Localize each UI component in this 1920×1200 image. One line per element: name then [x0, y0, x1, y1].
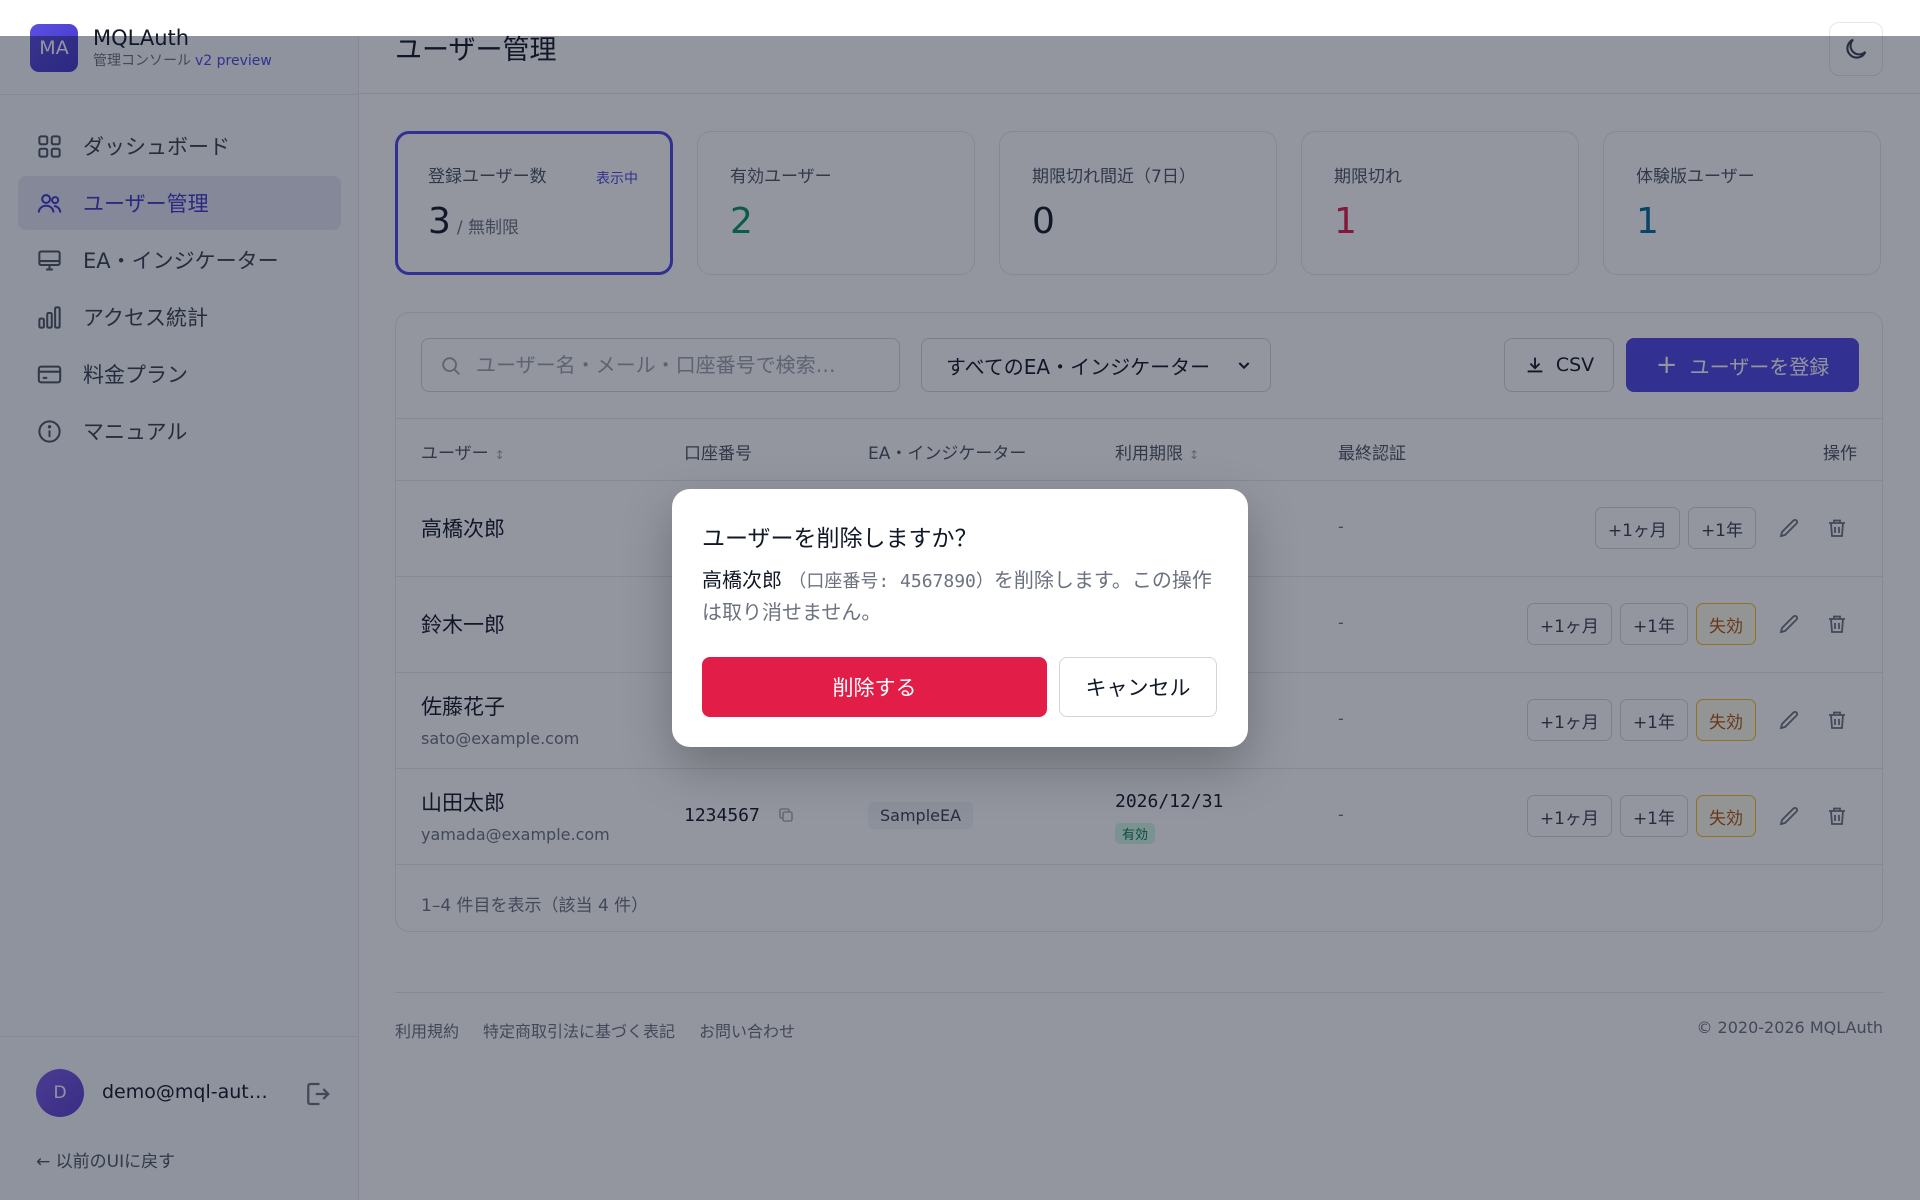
dialog-account: （口座番号: 4567890） — [788, 571, 994, 592]
dialog-title: ユーザーを削除しますか？ — [702, 526, 978, 552]
dialog-actions: 削除する キャンセル — [702, 657, 1217, 717]
dialog-target-name: 高橋次郎 — [702, 568, 782, 592]
dialog-body: 高橋次郎 （口座番号: 4567890）を削除します。この操作は取り消せません。 — [702, 565, 1218, 627]
confirm-delete-button[interactable]: 削除する — [702, 657, 1047, 717]
cancel-button[interactable]: キャンセル — [1059, 657, 1217, 717]
delete-confirm-dialog: ユーザーを削除しますか？ 高橋次郎 （口座番号: 4567890）を削除します。… — [672, 489, 1248, 747]
top-band — [0, 0, 1920, 36]
